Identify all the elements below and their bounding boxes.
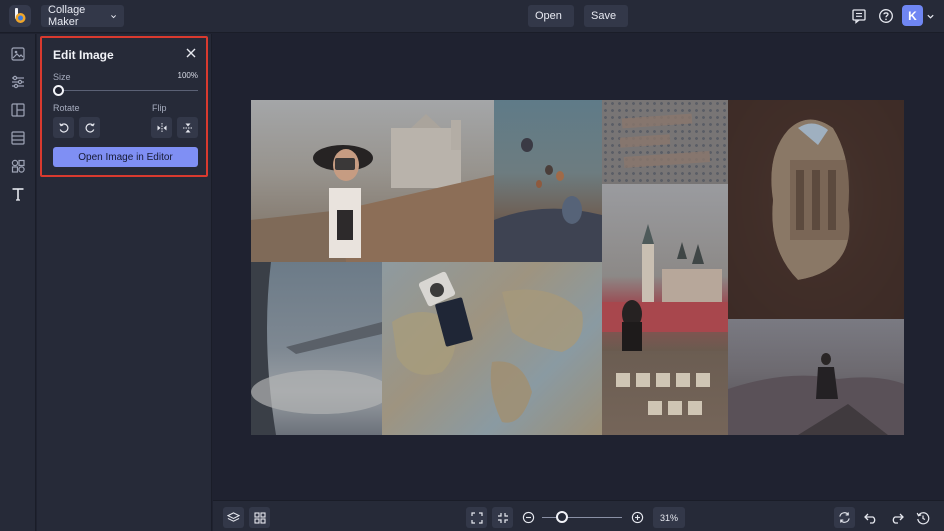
zoom-slider-handle[interactable] (555, 511, 568, 523)
spacing-icon[interactable] (9, 129, 27, 147)
left-tool-rail (0, 34, 36, 531)
dotted-text-photo-art (619, 113, 711, 168)
woman-mountain-photo-art (728, 353, 904, 435)
actual-size-button[interactable] (492, 507, 513, 528)
close-icon[interactable] (184, 46, 198, 60)
app-logo[interactable] (9, 5, 31, 27)
prague-photo-art (602, 224, 728, 351)
layers-icon (227, 512, 240, 522)
chevron-down-icon (110, 14, 116, 18)
rotate-right-button[interactable] (79, 117, 100, 138)
account-menu-chevron-icon[interactable] (923, 6, 937, 26)
adjustments-icon[interactable] (9, 73, 27, 91)
redo-icon[interactable] (886, 507, 907, 528)
zoom-percentage[interactable]: 31% (653, 507, 685, 528)
photo-prague[interactable] (602, 184, 728, 351)
size-slider-handle[interactable] (53, 85, 64, 96)
swap-icon (839, 512, 850, 523)
dream-big-photo-art (616, 373, 710, 415)
photo-world-map-passport[interactable] (382, 262, 602, 435)
rotate-label: Rotate (53, 103, 80, 113)
help-icon[interactable] (876, 6, 896, 26)
image-icon[interactable] (9, 45, 27, 63)
collage-maker-label: Collage Maker (48, 4, 86, 28)
zoom-out-icon[interactable] (518, 507, 539, 528)
flip-vertical-button[interactable] (177, 117, 198, 138)
photo-airplane-wing[interactable] (251, 262, 382, 435)
zoom-in-icon[interactable] (627, 507, 648, 528)
save-dropdown[interactable]: Save (584, 5, 628, 27)
photo-woman-mountain[interactable] (728, 319, 904, 435)
open-image-in-editor-button[interactable]: Open Image in Editor (53, 147, 198, 167)
size-label: Size (53, 72, 71, 82)
bottom-toolbar: 31% (213, 500, 944, 531)
open-dropdown[interactable]: Open (528, 5, 574, 27)
open-label: Open (535, 10, 562, 22)
rotate-left-icon (58, 122, 68, 133)
panel-title: Edit Image (53, 48, 114, 62)
grid-icon (253, 511, 266, 524)
top-bar: Collage Maker Open Save K (0, 0, 944, 33)
history-icon[interactable] (912, 507, 933, 528)
layers-button[interactable] (223, 507, 244, 528)
flip-label: Flip (152, 103, 167, 113)
size-value[interactable]: 100% (172, 71, 198, 83)
save-label: Save (591, 10, 617, 22)
photo-petra-cave[interactable] (728, 100, 904, 319)
swap-images-button[interactable] (834, 507, 855, 528)
flip-horizontal-icon (157, 122, 166, 133)
layout-icon[interactable] (9, 101, 27, 119)
woman-camera-photo-art (251, 114, 494, 262)
fit-to-screen-button[interactable] (466, 507, 487, 528)
photo-balloons[interactable] (494, 100, 602, 262)
undo-icon[interactable] (860, 507, 881, 528)
text-icon[interactable] (9, 185, 27, 203)
flip-vertical-icon (182, 123, 193, 132)
collage[interactable] (251, 100, 904, 435)
photo-dream-big-tiles[interactable] (602, 351, 728, 435)
user-avatar[interactable]: K (902, 5, 923, 26)
zoom-slider-track[interactable] (542, 517, 622, 518)
edit-image-panel: Edit Image Size 100% Rotate Flip Open Im… (37, 34, 212, 531)
size-slider-track[interactable] (54, 90, 198, 91)
airplane-wing-photo-art (251, 262, 382, 435)
flip-horizontal-button[interactable] (151, 117, 172, 138)
petra-photo-art (728, 100, 904, 319)
shrink-icon (497, 512, 508, 523)
balloons-photo-art (494, 138, 602, 262)
graphics-icon[interactable] (9, 157, 27, 175)
photo-dotted-text[interactable] (602, 100, 728, 184)
canvas-area (213, 34, 944, 499)
rotate-left-button[interactable] (53, 117, 74, 138)
rotate-right-icon (85, 122, 95, 133)
comments-icon[interactable] (849, 6, 869, 26)
world-map-photo-art (392, 271, 583, 423)
grid-button[interactable] (249, 507, 270, 528)
collage-maker-dropdown[interactable]: Collage Maker (41, 4, 124, 28)
edit-image-card: Edit Image Size 100% Rotate Flip Open Im… (40, 36, 208, 177)
photo-woman-camera[interactable] (251, 100, 494, 262)
fit-screen-icon (470, 511, 483, 524)
